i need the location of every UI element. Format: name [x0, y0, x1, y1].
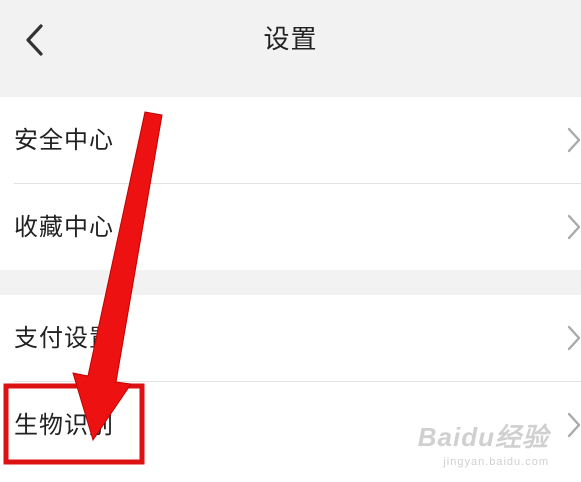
settings-group-1: 安全中心 收藏中心 — [0, 97, 581, 270]
chevron-right-icon — [567, 214, 581, 240]
menu-item-label: 支付设置 — [14, 324, 114, 352]
chevron-right-icon — [567, 325, 581, 351]
header-bar: 设置 — [0, 0, 581, 80]
menu-item-label: 安全中心 — [14, 126, 114, 154]
settings-page: 设置 安全中心 收藏中心 支付设置 生物识别 Baidu经验 jingyan.b… — [0, 0, 581, 482]
menu-item-payment-settings[interactable]: 支付设置 — [0, 295, 581, 381]
menu-item-label: 生物识别 — [14, 411, 114, 439]
watermark-url: jingyan.baidu.com — [443, 456, 549, 468]
page-title: 设置 — [263, 25, 318, 55]
chevron-right-icon — [567, 412, 581, 438]
chevron-right-icon — [567, 127, 581, 153]
watermark: Baidu经验 jingyan.baidu.com — [418, 417, 549, 468]
menu-item-label: 收藏中心 — [14, 213, 114, 241]
menu-item-security-center[interactable]: 安全中心 — [0, 97, 581, 183]
menu-item-favorites-center[interactable]: 收藏中心 — [0, 184, 581, 270]
watermark-brand: Baidu经验 — [417, 422, 549, 452]
